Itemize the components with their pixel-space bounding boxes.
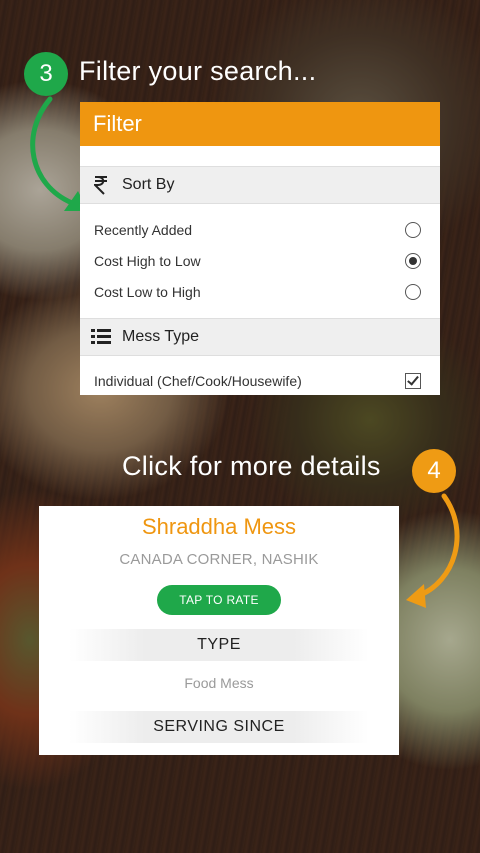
list-icon: [86, 329, 116, 345]
radio-button[interactable]: [405, 221, 421, 238]
serving-since-heading: SERVING SINCE: [69, 711, 369, 743]
radio-button[interactable]: [405, 283, 421, 300]
step-3-badge: 3: [24, 52, 68, 96]
mess-type-header: Mess Type: [80, 318, 440, 356]
sort-option-cost-low-to-high[interactable]: Cost Low to High: [80, 276, 440, 307]
mess-type-option-individual[interactable]: Individual (Chef/Cook/Housewife): [80, 365, 440, 396]
filter-caption: Filter your search...: [79, 56, 317, 86]
mess-name[interactable]: Shraddha Mess: [39, 514, 399, 540]
filter-title: Filter: [80, 102, 440, 146]
tap-to-rate-button[interactable]: TAP TO RATE: [157, 585, 281, 615]
option-label: Recently Added: [94, 221, 193, 238]
sort-by-label: Sort By: [122, 176, 175, 193]
type-heading: TYPE: [69, 629, 369, 661]
radio-button-selected[interactable]: [405, 252, 421, 269]
mess-details-card[interactable]: Shraddha Mess CANADA CORNER, NASHIK TAP …: [39, 506, 399, 755]
option-label: Individual (Chef/Cook/Housewife): [94, 372, 302, 389]
option-label: Cost High to Low: [94, 252, 201, 269]
mess-type-label: Mess Type: [122, 328, 200, 345]
filter-panel: Filter Sort By Recently Added Cost High …: [80, 102, 440, 395]
sort-option-recently-added[interactable]: Recently Added: [80, 214, 440, 245]
mess-location: CANADA CORNER, NASHIK: [119, 551, 319, 568]
details-caption: Click for more details: [122, 451, 381, 481]
checkbox-checked[interactable]: [405, 372, 421, 389]
option-label: Cost Low to High: [94, 283, 201, 300]
sort-option-cost-high-to-low[interactable]: Cost High to Low: [80, 245, 440, 276]
step-4-badge: 4: [412, 449, 456, 493]
rupee-icon: [86, 175, 116, 195]
orange-arrow-icon: [406, 493, 460, 608]
type-value: Food Mess: [184, 675, 254, 691]
sort-by-header: Sort By: [80, 166, 440, 204]
